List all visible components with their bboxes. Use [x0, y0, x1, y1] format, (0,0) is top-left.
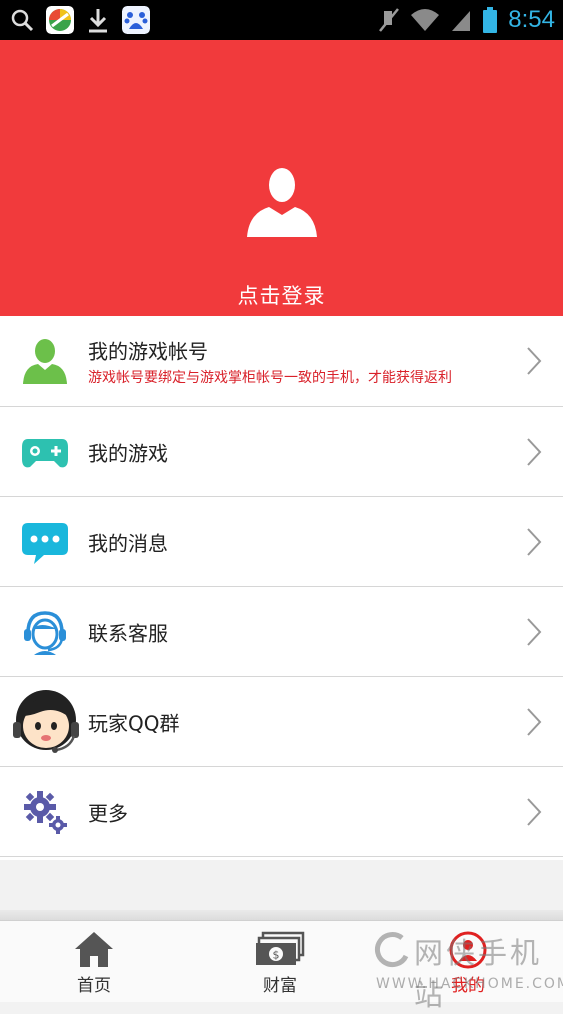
- menu-item-game-account[interactable]: 我的游戏帐号 游戏帐号要绑定与游戏掌柜帐号一致的手机，才能获得返利: [0, 316, 563, 407]
- menu-item-sublabel: 游戏帐号要绑定与游戏掌柜帐号一致的手机，才能获得返利: [88, 370, 452, 386]
- tab-mine[interactable]: 我的: [408, 921, 528, 1003]
- home-icon: [75, 932, 113, 967]
- menu-item-label: 我的游戏帐号: [88, 339, 208, 364]
- battery-icon: [483, 7, 498, 33]
- signal-icon: [452, 11, 471, 31]
- app-store-icon: [46, 6, 74, 34]
- chevron-right-icon: [527, 617, 542, 646]
- menu-item-label: 联系客服: [88, 621, 168, 645]
- tab-label: 我的: [451, 976, 485, 996]
- status-time: 8:54: [508, 6, 555, 33]
- bottom-nav-shadow: [0, 910, 563, 920]
- menu-item-label: 更多: [88, 801, 128, 825]
- tab-label: 首页: [77, 976, 111, 996]
- chevron-right-icon: [527, 437, 542, 466]
- chat-bubble-icon: [22, 522, 68, 564]
- user-icon: [23, 339, 67, 384]
- download-icon: [89, 9, 107, 33]
- avatar-icon[interactable]: [245, 163, 319, 237]
- menu-item-customer-service[interactable]: 联系客服: [0, 587, 563, 677]
- tab-label: 财富: [263, 976, 297, 996]
- chevron-right-icon: [527, 707, 542, 736]
- menu-list: 我的游戏帐号 游戏帐号要绑定与游戏掌柜帐号一致的手机，才能获得返利 我的游戏 我…: [0, 316, 563, 860]
- chevron-right-icon: [527, 527, 542, 556]
- gear-icon: [24, 790, 67, 834]
- profile-icon: [449, 931, 487, 969]
- menu-item-label: 玩家QQ群: [88, 711, 180, 735]
- menu-item-label: 我的游戏: [88, 441, 168, 465]
- qq-group-icon: [13, 689, 79, 753]
- profile-header[interactable]: 点击登录: [0, 40, 563, 316]
- menu-item-more[interactable]: 更多: [0, 767, 563, 857]
- tab-home[interactable]: 首页: [34, 921, 154, 1003]
- tab-wealth[interactable]: $ 财富: [220, 921, 340, 1003]
- svg-text:$: $: [273, 949, 280, 962]
- status-bar: 8:54: [0, 0, 563, 40]
- mute-icon: [379, 8, 400, 32]
- menu-item-label: 我的消息: [88, 531, 168, 555]
- menu-item-my-games[interactable]: 我的游戏: [0, 407, 563, 497]
- gamepad-icon: [22, 438, 68, 467]
- menu-item-my-messages[interactable]: 我的消息: [0, 497, 563, 587]
- bottom-nav: 首页 $ 财富 我的: [0, 920, 563, 1002]
- login-label[interactable]: 点击登录: [0, 280, 563, 310]
- money-icon: $: [256, 931, 305, 965]
- chevron-right-icon: [527, 797, 542, 826]
- chevron-right-icon: [527, 347, 542, 375]
- baidu-icon: [122, 6, 150, 34]
- wifi-icon: [411, 9, 440, 31]
- menu-item-qq-group[interactable]: 玩家QQ群: [0, 677, 563, 767]
- customer-service-icon: [24, 610, 66, 655]
- search-icon: [11, 9, 34, 32]
